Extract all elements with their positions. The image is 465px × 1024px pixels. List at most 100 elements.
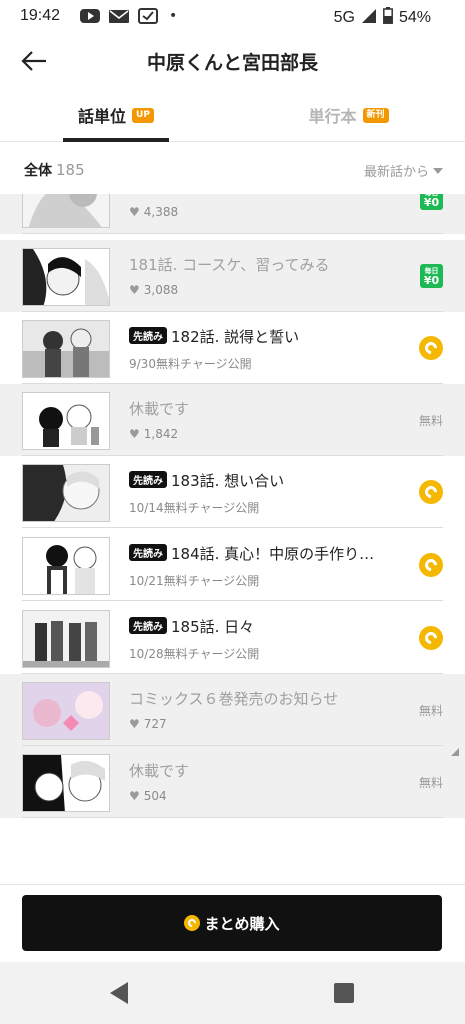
episode-sub-text: 504 [143, 789, 167, 803]
episode-likes: ♥ 504 [129, 789, 167, 803]
heart-icon: ♥ [129, 205, 140, 219]
episode-title: 181話. コースケ、習ってみる [129, 254, 329, 275]
row-divider [22, 600, 443, 601]
episode-title: 休載です [129, 398, 189, 419]
daily-free-badge: 毎日¥0 [420, 194, 443, 234]
episode-likes: ♥ 1,842 [129, 427, 178, 441]
preview-tag: 先読み [129, 544, 167, 561]
episode-row[interactable]: コミックス６巻発売のお知らせ ♥ 727 無料 [0, 674, 465, 746]
sort-dropdown[interactable]: 最新話から [364, 161, 443, 180]
free-label: 無料 [418, 775, 443, 790]
episode-title: 先読み 182話. 説得と誓い [129, 326, 299, 347]
footer-divider [0, 884, 465, 885]
episode-sub-text: 727 [143, 717, 167, 731]
episode-row[interactable]: 休載です ♥ 504 無料 [0, 746, 465, 818]
episode-title-text: 185話. 日々 [171, 618, 255, 636]
free-label: 無料 [418, 413, 443, 428]
episode-title-text: 休載です [129, 400, 190, 418]
episode-row[interactable]: 181話. コースケ、習ってみる ♥ 3,088 毎日 ¥0 [0, 240, 465, 312]
episode-sub-text: 1,842 [143, 427, 179, 441]
preview-tag: 先読み [129, 471, 167, 488]
battery-percent: 54% [398, 9, 431, 26]
episode-row[interactable]: 休載です ♥ 1,842 無料 [0, 384, 465, 456]
battery-icon [383, 7, 393, 29]
episode-row[interactable]: 先読み 184話. 真心！中原の手作り… 10/21無料チャージ公開 [0, 529, 465, 601]
youtube-icon [80, 8, 100, 24]
coin-icon [419, 336, 443, 360]
coin-badge [419, 529, 443, 601]
tab-episodes-label: 話単位 [78, 107, 127, 126]
notification-icons: • [80, 8, 177, 24]
episode-title: 先読み 185話. 日々 [129, 616, 254, 637]
heart-icon: ♥ [129, 717, 140, 731]
coin-badge [419, 602, 443, 674]
heart-icon: ♥ [129, 283, 140, 297]
preview-tag: 先読み [129, 617, 167, 634]
free-label: 無料 [418, 703, 443, 718]
tab-volumes-badge: 新刊 [362, 107, 389, 123]
nav-back-icon[interactable] [110, 982, 128, 1004]
episode-thumbnail [22, 194, 110, 228]
episode-title-text: 183話. 想い合い [171, 472, 285, 490]
row-divider [22, 817, 443, 818]
mail-icon [109, 8, 129, 24]
episode-thumbnail [22, 682, 110, 740]
episode-thumbnail [22, 464, 110, 522]
episode-sub-text: 10/28無料チャージ公開 [129, 647, 260, 661]
episode-thumbnail [22, 537, 110, 595]
tab-episodes[interactable]: 話単位 UP [0, 88, 232, 142]
episode-release-date: 10/28無料チャージ公開 [129, 645, 259, 662]
episode-sub-text: 10/21無料チャージ公開 [129, 574, 260, 588]
tab-bar: 話単位 UP 単行本 新刊 [0, 88, 465, 142]
reader-app-icon [138, 8, 158, 24]
scroll-indicator [451, 748, 459, 756]
episode-release-date: 10/21無料チャージ公開 [129, 572, 259, 589]
sort-label: 最新話から [363, 165, 429, 180]
episode-thumbnail [22, 610, 110, 668]
row-divider [22, 527, 443, 528]
coin-icon [419, 553, 443, 577]
episode-likes: ♥ 727 [129, 717, 167, 731]
dot-icon: • [169, 8, 178, 24]
daily-free-price-text: ¥0 [423, 196, 440, 209]
heart-icon: ♥ [129, 427, 140, 441]
episode-row[interactable]: 先読み 185話. 日々 10/28無料チャージ公開 [0, 602, 465, 674]
episode-row[interactable]: 180話. 夏休みの思い出 ♥4,388 毎日¥0 [0, 194, 465, 234]
episode-title: 先読み 184話. 真心！中原の手作り… [129, 543, 374, 564]
nav-recents-icon[interactable] [334, 983, 354, 1003]
bulk-purchase-label: まとめ購入 [204, 914, 280, 933]
episode-count: 全体 185 [24, 160, 85, 180]
count-value: 185 [56, 161, 85, 179]
tab-volumes-label: 単行本 [308, 107, 357, 126]
episode-sub-text: 4,388 [143, 205, 179, 219]
free-badge: 無料 [419, 746, 443, 818]
caret-down-icon [433, 167, 443, 174]
episode-row[interactable]: 先読み 182話. 説得と誓い 9/30無料チャージ公開 [0, 312, 465, 384]
episode-title: 先読み 183話. 想い合い [129, 470, 284, 491]
heart-icon: ♥ [129, 789, 140, 803]
episode-sub-text: 9/30無料チャージ公開 [129, 357, 252, 371]
episode-title-text: 184話. 真心！中原の手作り… [171, 545, 375, 563]
episode-likes: ♥ 4,388 [129, 205, 178, 219]
episode-title-text: コミックス６巻発売のお知らせ [129, 690, 339, 708]
app-header: 中原くんと宮田部長 [0, 34, 465, 88]
free-badge: 無料 [419, 384, 443, 456]
episode-title: コミックス６巻発売のお知らせ [129, 688, 338, 709]
episode-thumbnail [22, 754, 110, 812]
episode-release-date: 10/14無料チャージ公開 [129, 499, 259, 516]
all-label: 全体 [24, 163, 52, 179]
coin-badge [419, 312, 443, 384]
tab-volumes[interactable]: 単行本 新刊 [232, 88, 465, 142]
episode-row[interactable]: 先読み 183話. 想い合い 10/14無料チャージ公開 [0, 456, 465, 528]
episode-release-date: 9/30無料チャージ公開 [129, 355, 252, 372]
system-nav-bar [0, 962, 465, 1024]
episode-likes: ♥ 3,088 [129, 283, 178, 297]
episode-title-text: 休載です [129, 762, 190, 780]
system-status: 5G 54% [334, 7, 431, 29]
episode-title: 休載です [129, 760, 189, 781]
free-badge: 無料 [419, 674, 443, 746]
episode-thumbnail [22, 248, 110, 306]
episode-list[interactable]: 180話. 夏休みの思い出♥4,388毎日¥0181話. コースケ、習ってみる♥… [0, 194, 465, 820]
bulk-purchase-button[interactable]: まとめ購入 [22, 895, 442, 951]
row-divider [22, 233, 443, 234]
